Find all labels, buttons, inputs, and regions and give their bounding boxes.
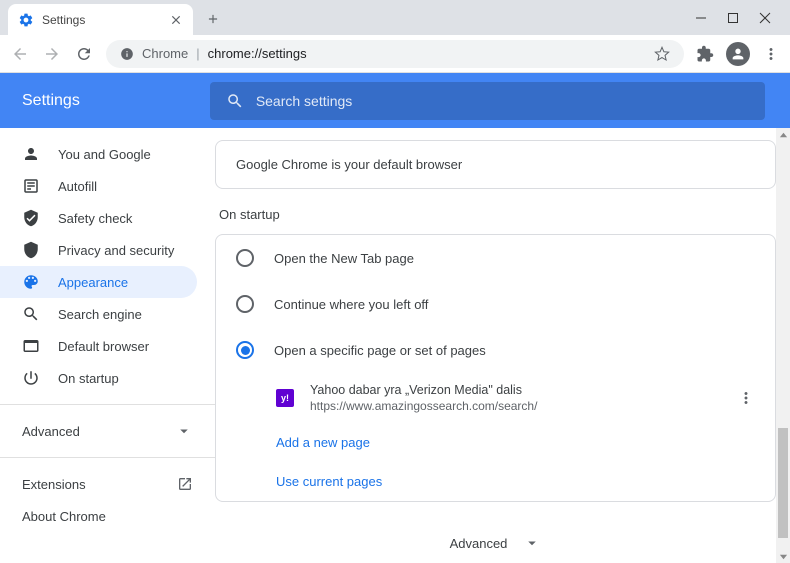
radio-continue[interactable]: Continue where you left off (216, 281, 775, 327)
scroll-down-icon[interactable] (776, 549, 790, 563)
chevron-down-icon (175, 422, 193, 440)
titlebar: Settings (0, 0, 790, 35)
sidebar-advanced-label: Advanced (22, 424, 80, 439)
sidebar-item-label: Search engine (58, 307, 142, 322)
sidebar-item-search-engine[interactable]: Search engine (0, 298, 215, 330)
radio-label: Open the New Tab page (274, 251, 414, 266)
person-icon (730, 46, 746, 62)
browser-icon (22, 337, 40, 355)
default-browser-card: Google Chrome is your default browser (215, 140, 776, 189)
new-tab-button[interactable] (199, 5, 227, 33)
favicon-yahoo: y! (276, 389, 294, 407)
reload-button[interactable] (74, 44, 94, 64)
scrollbar[interactable] (776, 128, 790, 563)
divider (0, 404, 215, 405)
on-startup-card: Open the New Tab page Continue where you… (215, 234, 776, 502)
sidebar-item-autofill[interactable]: Autofill (0, 170, 215, 202)
power-icon (22, 369, 40, 387)
extensions-icon[interactable] (696, 45, 714, 63)
palette-icon (22, 273, 40, 291)
search-icon (22, 305, 40, 323)
sidebar-link-label: About Chrome (22, 509, 106, 524)
sidebar: You and Google Autofill Safety check Pri… (0, 128, 215, 563)
gear-icon (18, 12, 34, 28)
tab-title: Settings (42, 13, 169, 27)
maximize-button[interactable] (726, 11, 740, 25)
profile-avatar[interactable] (726, 42, 750, 66)
omnibox-app: Chrome (142, 46, 188, 61)
page-entry-title: Yahoo dabar yra „Verizon Media" dalis (310, 383, 721, 397)
sidebar-item-label: Appearance (58, 275, 128, 290)
sidebar-advanced-toggle[interactable]: Advanced (0, 415, 215, 447)
sidebar-item-you-and-google[interactable]: You and Google (0, 138, 215, 170)
sidebar-item-label: Privacy and security (58, 243, 174, 258)
main-panel: Google Chrome is your default browser On… (215, 128, 790, 563)
forward-button[interactable] (42, 44, 62, 64)
sidebar-link-label: Extensions (22, 477, 86, 492)
settings-header: Settings (0, 73, 790, 128)
menu-icon[interactable] (762, 45, 780, 63)
sidebar-item-privacy[interactable]: Privacy and security (0, 234, 215, 266)
plus-icon (206, 12, 220, 26)
back-button[interactable] (10, 44, 30, 64)
sidebar-item-appearance[interactable]: Appearance (0, 266, 197, 298)
radio-new-tab[interactable]: Open the New Tab page (216, 235, 775, 281)
radio-label: Open a specific page or set of pages (274, 343, 486, 358)
search-icon (226, 92, 244, 110)
radio-icon-checked (236, 341, 254, 359)
sidebar-item-on-startup[interactable]: On startup (0, 362, 215, 394)
advanced-footer-toggle[interactable]: Advanced (215, 520, 776, 563)
omnibox-separator: | (196, 46, 199, 61)
sidebar-about-link[interactable]: About Chrome (0, 500, 215, 532)
address-bar[interactable]: Chrome | chrome://settings (106, 40, 684, 68)
sidebar-item-label: Default browser (58, 339, 149, 354)
window-controls (694, 11, 790, 25)
sidebar-item-safety-check[interactable]: Safety check (0, 202, 215, 234)
toolbar: Chrome | chrome://settings (0, 35, 790, 73)
scrollbar-thumb[interactable] (778, 428, 788, 538)
close-window-button[interactable] (758, 11, 772, 25)
safety-icon (22, 209, 40, 227)
sidebar-item-label: On startup (58, 371, 119, 386)
startup-page-entry: y! Yahoo dabar yra „Verizon Media" dalis… (216, 373, 775, 423)
external-link-icon (177, 476, 193, 492)
shield-icon (22, 241, 40, 259)
on-startup-title: On startup (219, 207, 776, 222)
close-icon[interactable] (169, 13, 183, 27)
add-new-page-link[interactable]: Add a new page (216, 423, 775, 462)
autofill-icon (22, 177, 40, 195)
radio-label: Continue where you left off (274, 297, 428, 312)
radio-icon (236, 249, 254, 267)
default-browser-message: Google Chrome is your default browser (236, 157, 462, 172)
browser-tab[interactable]: Settings (8, 4, 193, 35)
scroll-up-icon[interactable] (776, 128, 790, 142)
more-options-icon[interactable] (737, 389, 755, 407)
use-current-pages-link[interactable]: Use current pages (216, 462, 775, 501)
sidebar-item-default-browser[interactable]: Default browser (0, 330, 215, 362)
radio-icon (236, 295, 254, 313)
divider (0, 457, 215, 458)
minimize-button[interactable] (694, 11, 708, 25)
page-entry-text: Yahoo dabar yra „Verizon Media" dalis ht… (310, 383, 721, 413)
header-title: Settings (22, 92, 80, 110)
sidebar-item-label: You and Google (58, 147, 151, 162)
bookmark-star-icon[interactable] (654, 46, 670, 62)
advanced-footer-label: Advanced (450, 536, 508, 551)
sidebar-extensions-link[interactable]: Extensions (0, 468, 215, 500)
sidebar-item-label: Safety check (58, 211, 132, 226)
page-entry-url: https://www.amazingossearch.com/search/ (310, 399, 721, 413)
info-icon (120, 47, 134, 61)
search-settings-input[interactable] (256, 93, 749, 109)
chevron-down-icon (523, 534, 541, 552)
omnibox-url: chrome://settings (208, 46, 307, 61)
content: You and Google Autofill Safety check Pri… (0, 128, 790, 563)
radio-specific-pages[interactable]: Open a specific page or set of pages (216, 327, 775, 373)
sidebar-item-label: Autofill (58, 179, 97, 194)
person-icon (22, 145, 40, 163)
search-settings-box[interactable] (210, 82, 765, 120)
